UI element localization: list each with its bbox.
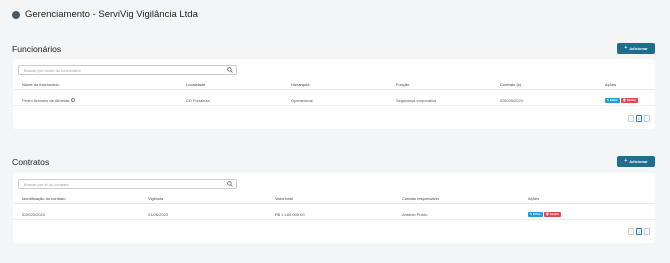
column-header: Localidade [186,82,206,87]
funcionarios-pagination: ‹ 1 › [628,115,650,122]
column-header: Contrato (s) [500,82,522,87]
column-header: Ações [605,82,617,87]
add-funcionario-label: Adicionar [629,46,648,51]
prev-page-button[interactable]: ‹ [628,228,634,235]
app-header: Gerenciamento - ServiVig Vigilância Ltda [12,9,198,20]
contrato-id: ID0025/2023 [22,211,45,217]
edit-label: Editar [533,212,541,216]
funcionario-contrato: ID0025/2023 [500,97,523,103]
add-contrato-button[interactable]: + Adicionar [617,156,655,167]
search-icon[interactable] [227,67,233,73]
delete-button[interactable]: 🗑 Excluir [620,97,638,103]
trash-icon: 🗑 [545,213,550,216]
column-header: Função [396,82,410,87]
column-header: Vigência [148,196,164,201]
edit-button[interactable]: ✎ Editar [528,211,543,217]
table-row: Pedro Antunes de Almeida CD Fortaleza Op… [13,95,655,106]
row-actions: ✎ Editar 🗑 Excluir [605,95,639,105]
row-actions: ✎ Editar 🗑 Excluir [528,209,562,219]
app-title: Gerenciamento - ServiVig Vigilância Ltda [25,9,198,20]
logo-icon [12,10,20,19]
add-funcionario-button[interactable]: + Adicionar [617,43,655,54]
column-header: Contato responsável [402,196,439,201]
funcionario-hierarquia: Operacional [291,97,313,103]
prev-page-button[interactable]: ‹ [628,115,634,122]
plus-icon: + [624,158,628,164]
contratos-search [18,179,237,189]
funcionario-nome: Pedro Antunes de Almeida [22,95,76,105]
edit-button[interactable]: ✎ Editar [605,97,620,103]
page-button[interactable]: 1 [636,228,642,235]
table-row: ID0025/2023 21/06/2023 R$ 1.180.000,00 A… [13,209,655,220]
column-header: Identificação do contrato [22,196,66,201]
contratos-card: Identificação do contrato Vigência Valor… [13,173,655,243]
funcionarios-search [18,65,237,75]
funcionarios-title: Funcionários [12,44,62,54]
contrato-vigencia: 21/06/2023 [148,211,169,217]
column-header: Hierarquia [291,82,310,87]
plus-icon: + [624,45,628,51]
column-header: Nome do funcionário [22,82,59,87]
contrato-valor: R$ 1.180.000,00 [275,211,305,217]
table-header: Identificação do contrato Vigência Valor… [13,194,655,204]
contrato-contato: Antônio Prado [402,211,428,217]
edit-label: Editar [610,98,618,102]
delete-label: Excluir [626,98,636,102]
funcionario-nome-text: Pedro Antunes de Almeida [22,97,70,103]
contratos-title: Contratos [12,157,50,167]
search-icon[interactable] [227,181,233,187]
delete-label: Excluir [549,212,559,216]
contratos-search-input[interactable] [19,180,219,188]
table-header: Nome do funcionário Localidade Hierarqui… [13,80,655,90]
funcionarios-search-input[interactable] [19,66,219,74]
funcionario-localidade: CD Fortaleza [186,97,210,103]
column-header: Valor total [275,196,293,201]
add-contrato-label: Adicionar [629,159,648,164]
next-page-button[interactable]: › [644,228,650,235]
trash-icon: 🗑 [622,99,627,102]
pencil-icon: ✎ [607,99,610,102]
info-icon[interactable] [71,98,76,102]
delete-button[interactable]: 🗑 Excluir [543,211,561,217]
column-header: Ações [528,196,540,201]
funcionario-funcao: Segurança corporativa [396,97,437,103]
next-page-button[interactable]: › [644,115,650,122]
pencil-icon: ✎ [530,213,533,216]
contratos-pagination: ‹ 1 › [628,228,650,235]
page-button[interactable]: 1 [636,115,642,122]
funcionarios-card: Nome do funcionário Localidade Hierarqui… [13,59,655,129]
